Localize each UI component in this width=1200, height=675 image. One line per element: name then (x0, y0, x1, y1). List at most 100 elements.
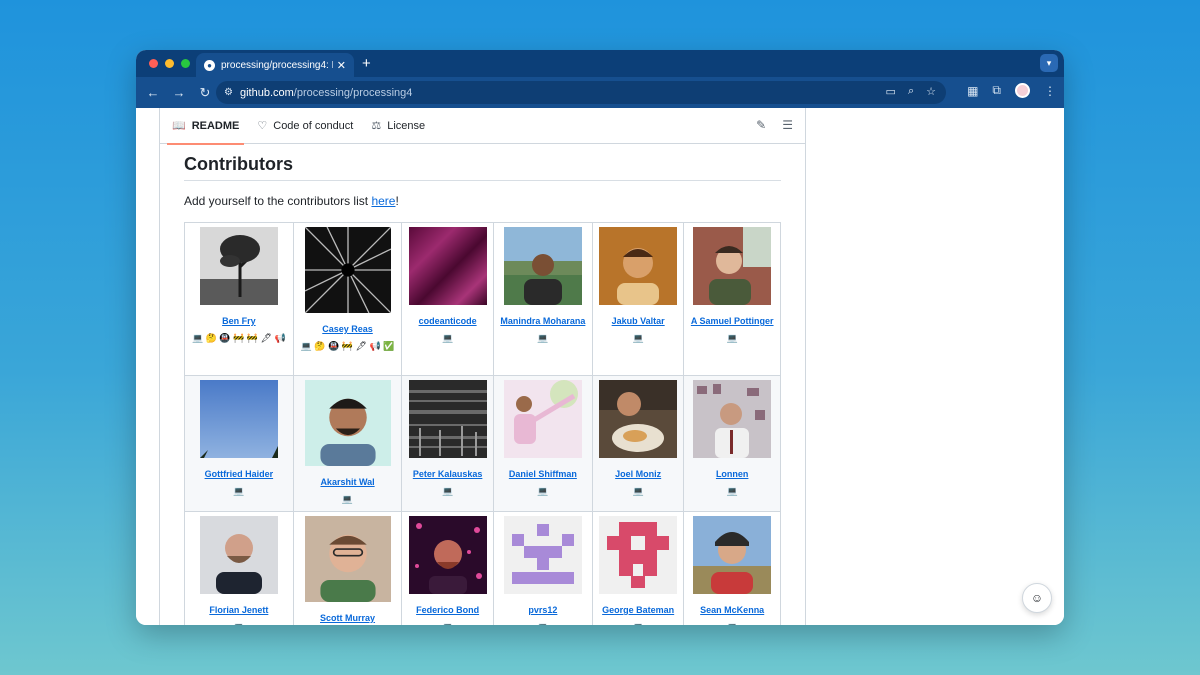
contributor-name[interactable]: Daniel Shiffman (496, 466, 590, 483)
avatar[interactable] (199, 227, 278, 305)
avatar[interactable] (304, 516, 391, 602)
readme-actions: ✎ ☰ (756, 118, 793, 132)
contribution-icons: 💻 (537, 333, 549, 343)
browser-toolbar: ← → ↻ ⚙ github.com/processing/processing… (136, 77, 1064, 108)
contributor-cell: Sean McKenna💻 (683, 511, 781, 625)
contributor-name[interactable]: Peter Kalauskas (404, 466, 490, 483)
reload-icon[interactable]: ↻ (192, 85, 218, 101)
maximize-window-button[interactable] (181, 59, 190, 68)
table-row: Florian Jenett 💻 Scott Murray 💻 Federico B… (184, 511, 781, 625)
avatar[interactable] (408, 380, 487, 458)
avatar[interactable] (503, 380, 582, 458)
contributor-name[interactable]: pvrs12 (496, 602, 590, 619)
forward-icon[interactable]: → (166, 85, 192, 100)
tab-search-chevron-icon[interactable]: ▾ (1040, 54, 1058, 72)
contributor-name[interactable]: George Bateman (595, 602, 681, 619)
table-row: Gottfried Haider 💻 Akarshit Wal 💻 Peter Ka… (184, 375, 781, 512)
contributor-cell: Ben Fry 💻 🤔 🚇 🚧 🚧 🖋 📢 (184, 222, 294, 376)
book-icon: 📖 (172, 120, 186, 132)
table-row: Ben Fry 💻 🤔 🚇 🚧 🚧 🖋 📢 Casey Reas 💻 🤔 🚇 🚧 🖋… (184, 222, 781, 376)
avatar[interactable] (408, 516, 487, 594)
contributor-name[interactable]: Manindra Moharana (496, 313, 590, 330)
intro-text-body: Add yourself to the contributors list (184, 194, 372, 208)
tab-readme-label: README (191, 119, 240, 132)
contributors-table: Ben Fry 💻 🤔 🚇 🚧 🚧 🖋 📢 Casey Reas 💻 🤔 🚇 🚧 🖋… (184, 222, 781, 625)
contributor-name[interactable]: Ben Fry (187, 313, 291, 330)
contribution-icons: 💻 (441, 486, 454, 496)
contributor-cell: Joel Moniz 💻 (591, 375, 685, 512)
contributor-cell: Manindra Moharana 💻 (492, 222, 593, 376)
outline-list-icon[interactable]: ☰ (782, 118, 793, 132)
browser-tab[interactable]: ● processing/processing4: Proc ✕ (196, 53, 354, 77)
avatar[interactable] (304, 380, 391, 466)
minimize-window-button[interactable] (165, 59, 174, 68)
contribution-icons: 💻 (441, 333, 454, 343)
more-menu-icon[interactable]: ⋮ (1044, 84, 1056, 98)
contributor-name[interactable]: Scott Murray (296, 610, 400, 625)
edit-pencil-icon[interactable]: ✎ (756, 118, 766, 132)
page-content: 📖 README ♡ Code of conduct ⚖ License ✎ ☰… (136, 108, 1064, 625)
extensions-puzzle-icon[interactable]: ⧉ (992, 83, 1001, 98)
close-tab-icon[interactable]: ✕ (337, 59, 346, 72)
copilot-chat-button[interactable]: ☺ (1022, 583, 1052, 613)
tab-license-label: License (387, 119, 426, 132)
avatar[interactable] (693, 516, 772, 594)
avatar[interactable] (408, 227, 487, 305)
avatar[interactable] (503, 516, 582, 594)
extension-icon[interactable]: ▦ (967, 84, 978, 98)
copilot-icon: ☺ (1030, 591, 1044, 605)
contributors-list-link[interactable]: here (371, 194, 395, 208)
tab-code-of-conduct[interactable]: ♡ Code of conduct (257, 108, 353, 144)
profile-avatar[interactable] (1015, 83, 1030, 98)
avatar[interactable] (599, 516, 678, 594)
avatar[interactable] (693, 380, 772, 458)
contributor-name[interactable]: Joel Moniz (595, 466, 681, 483)
contributor-name[interactable]: Sean McKenna (686, 602, 778, 619)
contribution-icons: 💻 (496, 619, 590, 625)
tab-strip: ● processing/processing4: Proc ✕ + ▾ (136, 50, 1064, 77)
window-controls (149, 59, 190, 68)
contributor-name[interactable]: Florian Jenett (187, 602, 291, 619)
avatar[interactable] (693, 227, 772, 305)
contributor-name[interactable]: Gottfried Haider (187, 466, 291, 483)
address-bar-icons: ▭ ⌕ ☆ (886, 85, 936, 98)
url-path: /processing/processing4 (293, 86, 413, 99)
avatar[interactable] (599, 380, 678, 458)
zoom-icon[interactable]: ⌕ (908, 85, 914, 98)
contribution-icons: 💻 (233, 486, 245, 496)
contribution-icons: 💻 (726, 486, 738, 496)
avatar[interactable] (599, 227, 678, 305)
contributor-name[interactable]: Jakub Valtar (595, 313, 681, 330)
github-icon: ● (204, 59, 215, 71)
tab-license[interactable]: ⚖ License (371, 108, 425, 144)
contributor-cell: Peter Kalauskas 💻 (401, 375, 494, 512)
contributor-cell: George Bateman💻 (591, 511, 685, 625)
address-bar[interactable]: ⚙ github.com/processing/processing4 ▭ ⌕ … (216, 81, 946, 104)
avatar[interactable] (503, 227, 582, 305)
avatar[interactable] (304, 227, 391, 313)
site-info-icon[interactable]: ⚙ (224, 87, 233, 98)
contributor-name[interactable]: Akarshit Wal (296, 474, 400, 491)
contributor-name[interactable]: A Samuel Pottinger (686, 313, 778, 330)
bookmark-star-icon[interactable]: ☆ (926, 85, 936, 98)
tab-readme[interactable]: 📖 README (166, 108, 245, 145)
contribution-icons: 💻 🤔 🚇 🚧 🖋 📢 ✅ (300, 341, 395, 351)
browser-window: ● processing/processing4: Proc ✕ + ▾ ← →… (136, 50, 1064, 625)
contributor-cell: Lonnen 💻 (683, 375, 781, 512)
close-window-button[interactable] (149, 59, 158, 68)
scale-icon: ⚖ (371, 120, 382, 132)
contributor-name[interactable]: Casey Reas (296, 321, 400, 338)
back-icon[interactable]: ← (140, 85, 166, 100)
new-tab-button[interactable]: + (362, 55, 371, 72)
contribution-icons: 💻 🤔 🚇 🚧 🚧 🖋 📢 (192, 333, 286, 343)
contributors-heading: Contributors (184, 154, 293, 174)
contributor-name[interactable]: Federico Bond (404, 602, 490, 619)
contributor-name[interactable]: Lonnen (686, 466, 778, 483)
cast-icon[interactable]: ▭ (886, 85, 896, 98)
avatar[interactable] (199, 516, 278, 594)
toolbar-right: ▦ ⧉ ⋮ (967, 83, 1056, 98)
contribution-icons: 💻 (404, 619, 490, 625)
contributor-cell: Akarshit Wal 💻 (292, 375, 403, 512)
avatar[interactable] (199, 380, 278, 458)
contributor-name[interactable]: codeanticode (404, 313, 490, 330)
